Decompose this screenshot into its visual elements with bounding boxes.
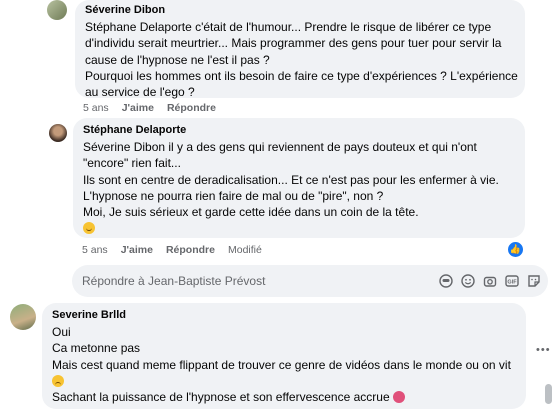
svg-text:GIF: GIF [507,280,517,286]
emoji-icon[interactable] [460,273,476,289]
reply-button[interactable]: Répondre [167,102,216,114]
comment-meta: 5 ans J'aime Répondre [83,102,229,114]
like-reaction-icon[interactable]: 👍 [507,241,524,258]
comment-line: Ca metonne pas [52,341,141,356]
edited-label: Modifié [227,244,262,256]
comment-line: Mais cest quand meme flippant de trouver… [52,357,511,372]
hot-face-emoji-icon [392,391,405,404]
comment-line: Oui [52,325,71,339]
like-button[interactable]: J'aime [121,244,153,256]
comment-bubble: Séverine Dibon Stéphane Delaporte c'étai… [75,0,525,100]
reply-tools: GIF [438,273,542,289]
sticker-icon[interactable] [526,273,542,289]
sweat-smile-emoji-icon [83,222,95,235]
camera-icon[interactable] [482,273,498,289]
sad-emoji-icon [52,374,64,387]
scrollbar[interactable] [545,384,552,404]
comment-line: cause de l'hypnose ne l'est il pas ? [85,52,270,67]
comment-line: Stéphane Delaporte c'était de l'humour..… [85,20,492,34]
comment-line: L'hypnose ne pourra rien faire de mal ou… [83,188,384,203]
comment-line: "encore" rien fait... [83,156,181,171]
comment-line: d'individu serait meurtrier... Mais prog… [85,36,502,51]
ellipsis-icon[interactable]: ••• [536,344,551,356]
reply-button[interactable]: Répondre [166,244,215,256]
reply-placeholder: Répondre à Jean-Baptiste Prévost [82,274,266,288]
comment-line: Sachant la puissance de l'hypnose et son… [52,390,390,405]
comment-bubble: Stéphane Delaporte Séverine Dibon il y a… [73,118,525,238]
reply-input[interactable]: Répondre à Jean-Baptiste Prévost GIF [72,265,548,297]
comment-line: au service de l'ego ? [85,85,195,100]
comment-bubble: Severine Brlld Oui Ca metonne pas Mais c… [42,303,526,409]
comment-author[interactable]: Severine Brlld [52,309,516,322]
comment-meta: 5 ans J'aime Répondre Modifié [82,244,275,256]
avatar[interactable] [47,0,67,20]
comment-line: Ils sont en centre de deradicalisation..… [83,172,499,187]
comment-time[interactable]: 5 ans [82,244,108,256]
comment-author[interactable]: Stéphane Delaporte [83,124,515,137]
avatar[interactable] [49,124,67,142]
comment-line: Pourquoi les hommes ont ils besoin de fa… [85,68,518,83]
like-button[interactable]: J'aime [122,102,154,114]
comment-time[interactable]: 5 ans [83,102,109,114]
avatar[interactable] [10,304,36,330]
comment-line: Séverine Dibon il y a des gens qui revie… [83,140,477,154]
comment-author[interactable]: Séverine Dibon [85,4,515,17]
comment-line: Moi, Je suis sérieux et garde cette idée… [83,205,419,220]
gif-icon[interactable]: GIF [504,273,520,289]
avatar-sticker-icon[interactable] [438,273,454,289]
